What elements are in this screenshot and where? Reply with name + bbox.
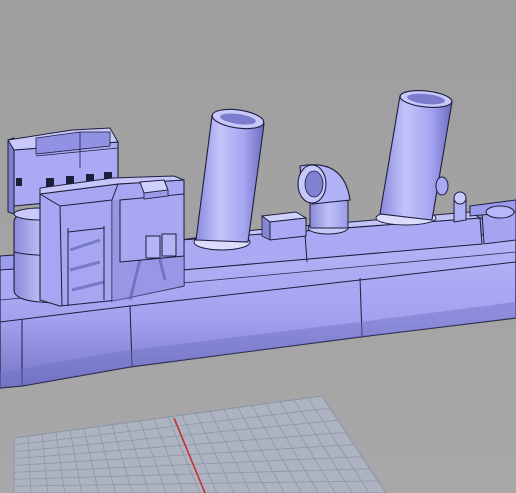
mast-stub-top bbox=[453, 191, 467, 205]
deck-locker bbox=[260, 211, 308, 241]
bridge-window bbox=[46, 178, 54, 187]
door-panel bbox=[161, 233, 177, 257]
scene-svg bbox=[0, 0, 516, 493]
bridge-window bbox=[16, 178, 22, 186]
ventilator-stem bbox=[309, 199, 349, 229]
small-ventilator bbox=[435, 176, 449, 196]
door-panel bbox=[145, 235, 161, 259]
ventilator-throat bbox=[304, 170, 324, 198]
deck-gun-mount bbox=[485, 205, 515, 219]
deck-locker-side bbox=[269, 217, 307, 241]
perspective-viewport[interactable] bbox=[0, 0, 516, 493]
